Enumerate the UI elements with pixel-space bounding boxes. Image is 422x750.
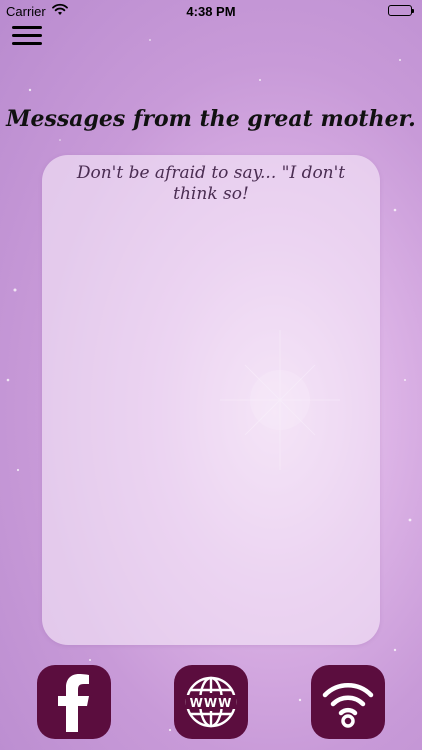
message-card: Don't be afraid to say... "I don't think… xyxy=(42,155,380,645)
website-button[interactable]: WWW xyxy=(174,665,248,739)
message-text: Don't be afraid to say... "I don't think… xyxy=(76,163,346,204)
svg-text:WWW: WWW xyxy=(190,696,233,710)
facebook-button[interactable] xyxy=(37,665,111,739)
wifi-button[interactable] xyxy=(311,665,385,739)
globe-www-icon: WWW xyxy=(185,676,237,728)
status-bar: Carrier 4:38 PM xyxy=(0,0,422,22)
wifi-signal-icon xyxy=(322,683,374,728)
facebook-icon xyxy=(58,674,89,732)
clock: 4:38 PM xyxy=(186,4,236,19)
bottom-bar: WWW xyxy=(0,665,422,740)
page-title: Messages from the great mother. xyxy=(6,106,416,132)
battery-icon xyxy=(388,5,414,16)
hamburger-menu-icon[interactable] xyxy=(12,26,42,48)
